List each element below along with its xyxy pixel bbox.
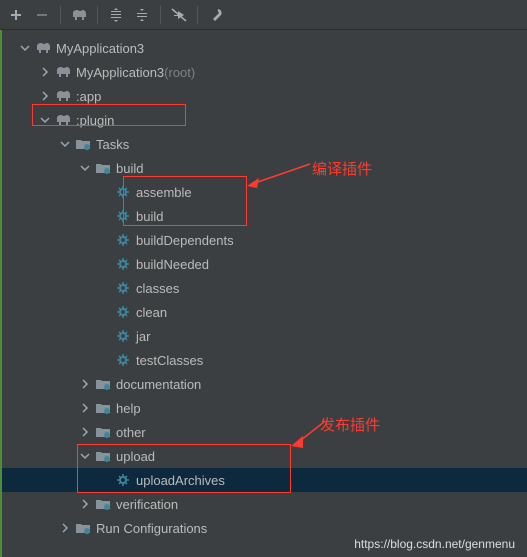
- node-suffix: (root): [164, 65, 195, 80]
- node-label: MyApplication3: [76, 65, 164, 80]
- node-label: uploadArchives: [136, 473, 225, 488]
- folder-gear-icon: [94, 447, 112, 465]
- node-label: help: [116, 401, 141, 416]
- tree-leaf[interactable]: build: [0, 204, 527, 228]
- node-label: classes: [136, 281, 179, 296]
- gear-icon: [114, 279, 132, 297]
- tree-leaf[interactable]: buildNeeded: [0, 252, 527, 276]
- gear-icon: [114, 231, 132, 249]
- folder-gear-icon: [94, 159, 112, 177]
- elephant-icon[interactable]: [67, 3, 91, 27]
- node-label: build: [136, 209, 163, 224]
- node-label: assemble: [136, 185, 192, 200]
- folder-gear-icon: [94, 399, 112, 417]
- chevron-right-icon[interactable]: [78, 377, 92, 391]
- gear-icon: [114, 327, 132, 345]
- elephant-icon: [54, 63, 72, 81]
- watermark: https://blog.csdn.net/genmenu: [354, 537, 515, 551]
- tree-leaf[interactable]: testClasses: [0, 348, 527, 372]
- tree-leaf[interactable]: clean: [0, 300, 527, 324]
- elephant-icon: [34, 39, 52, 57]
- node-label: Tasks: [96, 137, 129, 152]
- chevron-down-icon[interactable]: [38, 113, 52, 127]
- node-label: build: [116, 161, 143, 176]
- gear-icon: [114, 303, 132, 321]
- plus-icon[interactable]: [4, 3, 28, 27]
- elephant-icon: [54, 87, 72, 105]
- tree-node-plugin[interactable]: :plugin: [0, 108, 527, 132]
- collapse-all-icon[interactable]: [130, 3, 154, 27]
- chevron-right-icon[interactable]: [78, 425, 92, 439]
- node-label: upload: [116, 449, 155, 464]
- chevron-right-icon[interactable]: [78, 401, 92, 415]
- minus-icon[interactable]: [30, 3, 54, 27]
- chevron-down-icon[interactable]: [78, 161, 92, 175]
- folder-gear-icon: [74, 135, 92, 153]
- chevron-down-icon[interactable]: [78, 449, 92, 463]
- gradle-tree: MyApplication3 MyApplication3 (root) :ap…: [0, 30, 527, 546]
- gear-icon: [114, 471, 132, 489]
- tree-node-root[interactable]: MyApplication3: [0, 36, 527, 60]
- toolbar-separator: [60, 6, 61, 24]
- folder-gear-icon: [94, 423, 112, 441]
- tree-node[interactable]: MyApplication3 (root): [0, 60, 527, 84]
- chevron-right-icon[interactable]: [38, 89, 52, 103]
- chevron-right-icon[interactable]: [38, 65, 52, 79]
- tree-node[interactable]: other: [0, 420, 527, 444]
- node-label: documentation: [116, 377, 201, 392]
- expand-all-icon[interactable]: [104, 3, 128, 27]
- node-label: :app: [76, 89, 101, 104]
- chevron-right-icon[interactable]: [78, 497, 92, 511]
- node-label: MyApplication3: [56, 41, 144, 56]
- chevron-down-icon[interactable]: [58, 137, 72, 151]
- left-edge-marker: [0, 30, 2, 557]
- tree-node[interactable]: build: [0, 156, 527, 180]
- gear-icon: [114, 183, 132, 201]
- tree-node[interactable]: documentation: [0, 372, 527, 396]
- tree-node-upload[interactable]: upload: [0, 444, 527, 468]
- tree-node[interactable]: Tasks: [0, 132, 527, 156]
- node-label: clean: [136, 305, 167, 320]
- tree-leaf[interactable]: buildDependents: [0, 228, 527, 252]
- folder-gear-icon: [74, 519, 92, 537]
- folder-gear-icon: [94, 495, 112, 513]
- node-label: testClasses: [136, 353, 203, 368]
- tree-node[interactable]: help: [0, 396, 527, 420]
- toolbar-separator: [97, 6, 98, 24]
- tree-leaf-uploadarchives[interactable]: uploadArchives: [0, 468, 527, 492]
- toolbar: [0, 0, 527, 30]
- node-label: jar: [136, 329, 150, 344]
- node-label: buildDependents: [136, 233, 234, 248]
- folder-gear-icon: [94, 375, 112, 393]
- tree-node[interactable]: verification: [0, 492, 527, 516]
- tree-leaf[interactable]: classes: [0, 276, 527, 300]
- toolbar-separator: [160, 6, 161, 24]
- chevron-right-icon[interactable]: [58, 521, 72, 535]
- node-label: buildNeeded: [136, 257, 209, 272]
- node-label: verification: [116, 497, 178, 512]
- wrench-icon[interactable]: [204, 3, 228, 27]
- elephant-icon: [54, 111, 72, 129]
- toolbar-separator: [197, 6, 198, 24]
- chevron-down-icon[interactable]: [18, 41, 32, 55]
- node-label: other: [116, 425, 146, 440]
- gear-icon: [114, 255, 132, 273]
- offline-icon[interactable]: [167, 3, 191, 27]
- gear-icon: [114, 351, 132, 369]
- tree-leaf[interactable]: jar: [0, 324, 527, 348]
- node-label: Run Configurations: [96, 521, 207, 536]
- gear-icon: [114, 207, 132, 225]
- tree-leaf[interactable]: assemble: [0, 180, 527, 204]
- node-label: :plugin: [76, 113, 114, 128]
- tree-node[interactable]: :app: [0, 84, 527, 108]
